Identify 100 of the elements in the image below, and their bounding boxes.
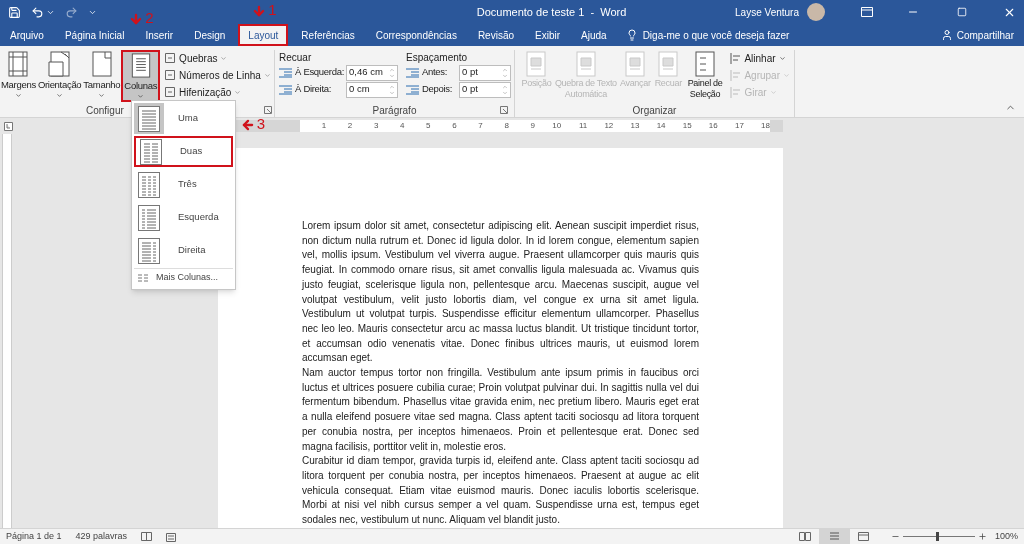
ribbon-tab[interactable]: Arquivo — [2, 24, 52, 46]
ribbon-small-icon — [164, 69, 177, 81]
maximize-icon[interactable] — [957, 7, 967, 17]
group-label: Organizar — [632, 103, 677, 118]
ruler-number: 13 — [629, 120, 640, 132]
ribbon-tab[interactable]: Revisão — [469, 24, 523, 46]
spin-field[interactable]: 0,46 cm — [346, 64, 398, 81]
ruler-number: 3 — [372, 120, 379, 132]
body-paragraph: Lorem ipsum dolor sit amet, consectetur adipiscing elit. Aenean suscipit imperdiet risus, non dictum nulla rutrum et. Donec id ligula dolor. In id lorem congue, elementum sapien vel, mollis ipsum. Vestibulum vel viverra augue. Praesent ullamcorper quis mauris quis feugiat. In commodo ornare risus, sit amet convallis ligula malesuada ac. Vivamus quis justo feugiat, scelerisque ligula non, pellentesque arcu. Maecenas suscipit, augue vel volutpat vestibulum, velit justo lobortis diam, vel congue ex urna sit amet ligula. Vestibulum ut volutpat turpis. Suspendisse efficitur elementum ullamcorper. Phasellus nec leo leo. Mauris consectetur arcu ac massa luctus blandit. Ut tristique tincidunt tortor, et accumsan odio venenatis vitae. Donec finibus ultrices mauris, ut euismod lorem accumsan eget. — [302, 219, 699, 366]
step-number: 1 — [268, 2, 277, 18]
zoom-level[interactable]: 100% — [994, 529, 1018, 544]
columns-icon — [138, 274, 148, 282]
indent-icon — [279, 84, 292, 95]
ribbon-button[interactable]: Painel de Seleção — [683, 50, 727, 103]
caret-icon — [234, 88, 242, 96]
read-mode-icon[interactable] — [798, 532, 811, 541]
caret-icon — [98, 92, 106, 100]
indent-icon — [406, 84, 419, 95]
ribbon-button[interactable]: Margens — [0, 50, 37, 102]
ribbon-tab[interactable]: Correspondências — [367, 24, 465, 46]
align-icon — [730, 86, 742, 98]
body-paragraph: Curabitur id diam tempor, gravida turpis id, eleifend ante. Class aptent taciti sociosqu ad litora torquent per conubia nostra, per inceptos himenaeos. Praesent at augue ac elit vehicula consequat. Etiam vitae euismod mauris. Donec iaculis lobortis scelerisque. Morbi at nisi vel nibh cursus semper a vel quam. Suspendisse urna est, tempus eget sodales nec, vestibulum ut nunc. Aliquam vel blandit justo. — [302, 454, 699, 528]
print-layout-button[interactable] — [818, 529, 850, 544]
undo-icon[interactable] — [31, 5, 44, 19]
align-icon — [730, 52, 742, 64]
down-icon — [389, 72, 395, 79]
user-name: Layse Ventura — [735, 5, 799, 20]
ribbon-button[interactable]: Orientação — [36, 50, 83, 102]
web-layout-icon[interactable] — [857, 532, 869, 541]
ribbon-tab[interactable]: Layout — [238, 24, 289, 46]
ribbon-tab[interactable]: Design — [186, 24, 234, 46]
spin-field[interactable]: 0 cm — [346, 81, 398, 98]
window-title: Documento de teste 1 - Word — [475, 4, 628, 20]
ruler-number: 11 — [577, 120, 588, 132]
indent-icon — [279, 67, 292, 78]
ruler-number: 1 — [320, 120, 327, 132]
tell-me-field[interactable]: Diga-me o que você deseja fazer — [642, 27, 843, 43]
step-number: 3 — [256, 116, 265, 132]
proofing-icon[interactable] — [141, 532, 153, 541]
ribbon-tab[interactable]: Ajuda — [573, 24, 615, 46]
ribbon-small-button[interactable]: Números de Linha — [164, 67, 271, 83]
more-columns-item[interactable]: Mais Colunas... — [132, 269, 235, 287]
column-layout-icon — [139, 137, 163, 166]
spin-field[interactable]: 0 pt — [459, 81, 511, 98]
menu-item[interactable]: Duas — [134, 136, 233, 167]
ribbon-tab[interactable]: Exibir — [527, 24, 569, 46]
ribbon-tab[interactable]: Inserir — [137, 24, 182, 46]
ribbon-tab[interactable]: Referências — [293, 24, 363, 46]
up-icon — [389, 83, 395, 90]
caret-icon — [14, 92, 22, 100]
caret-icon — [263, 71, 271, 79]
ribbon-small-icon — [164, 52, 177, 64]
ruler-number: 5 — [425, 120, 431, 132]
menu-item[interactable]: Esquerda — [134, 202, 233, 233]
lightbulb-icon — [625, 29, 638, 41]
ribbon-small-button[interactable]: Alinhar — [730, 50, 790, 66]
person-icon — [940, 29, 953, 41]
tab-stop-icon[interactable] — [4, 121, 13, 131]
orientation-icon — [46, 50, 73, 78]
section-heading: Recuar — [279, 51, 313, 64]
caret-icon — [137, 93, 145, 100]
zoom-slider[interactable] — [902, 532, 975, 541]
ribbon-small-icon — [164, 86, 177, 98]
ruler-number: 12 — [603, 120, 614, 132]
menu-item[interactable]: Direita — [134, 235, 233, 266]
ribbon-small-button[interactable]: Hifenização — [164, 84, 271, 100]
caret-icon — [769, 88, 777, 96]
group-label: Configur — [86, 103, 124, 118]
column-layout-icon — [137, 236, 161, 265]
caret-icon — [778, 54, 786, 62]
menu-item[interactable]: Uma — [134, 103, 233, 134]
ruler-number: 17 — [733, 120, 744, 132]
ribbon-button[interactable]: Tamanho — [82, 50, 122, 102]
spin-field[interactable]: 0 pt — [459, 64, 511, 81]
share-button[interactable]: Compartilhar — [930, 24, 1024, 46]
accessibility-icon[interactable] — [166, 531, 177, 542]
group-label: Parágrafo — [372, 103, 417, 118]
word-count[interactable]: 429 palavras — [75, 529, 128, 544]
ribbon-tab[interactable]: Página Inicial — [56, 24, 133, 46]
ruler-number: 10 — [551, 120, 562, 132]
dialog-launcher-icon[interactable] — [264, 106, 272, 114]
field-label: Antes: — [422, 65, 449, 80]
menu-item[interactable]: Três — [134, 169, 233, 200]
avatar[interactable] — [807, 3, 825, 21]
save-icon[interactable] — [8, 5, 21, 19]
ruler-number: 16 — [707, 120, 718, 132]
ribbon-display-icon[interactable] — [861, 7, 873, 17]
caret-icon — [783, 71, 790, 79]
field-label: À Esquerda: — [295, 65, 343, 80]
zoom-in-icon[interactable] — [977, 532, 987, 541]
dialog-launcher-icon[interactable] — [500, 106, 508, 114]
ruler-number: 2 — [346, 120, 353, 132]
ribbon-small-button[interactable]: Quebras — [164, 50, 271, 66]
ribbon-button[interactable]: Colunas — [121, 50, 161, 102]
page-count[interactable]: Página 1 de 1 — [6, 529, 62, 544]
print-layout-icon — [828, 532, 840, 541]
ruler-number: 14 — [655, 120, 666, 132]
indent-icon — [406, 67, 419, 78]
ruler-number: 7 — [477, 120, 483, 132]
zoom-thumb[interactable] — [936, 532, 939, 541]
